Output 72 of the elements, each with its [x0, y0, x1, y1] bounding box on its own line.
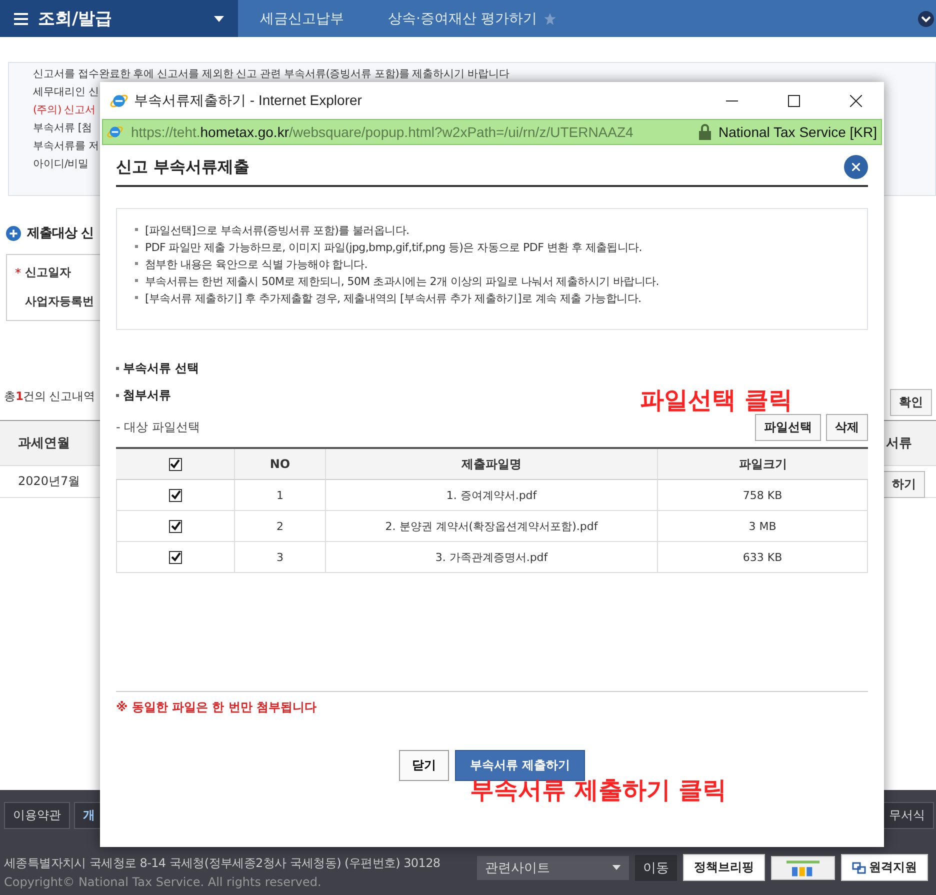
footer-link[interactable]: 이용약관 [4, 802, 70, 829]
delete-button[interactable]: 삭제 [826, 414, 868, 441]
windows-icon [852, 862, 866, 874]
table-cell: 758 KB [742, 488, 782, 502]
action-button[interactable]: 하기 [883, 471, 925, 498]
guide-text: PDF 파일만 제출 가능하므로, 이미지 파일(jpg,bmp,gif,tif,png 등)은 자동으로 PDF 변환 후 제출됩니다. [145, 240, 642, 256]
caret-icon [612, 865, 621, 870]
table-cell: 1 [276, 488, 284, 502]
column-header: 서류 [886, 435, 912, 452]
checkbox[interactable] [169, 520, 182, 532]
notice-text: 부속서류를 저 [33, 139, 99, 154]
guide-text: 부속서류는 한번 제출시 50M로 제한되니, 50M 초과시에는 2개 이상의 파일로 나눠서 제출하시기 바랍니다. [145, 274, 659, 290]
table-cell: 2020년7월 [18, 473, 80, 490]
close-button[interactable] [844, 155, 868, 179]
url-text: https://teht.hometax.go.kr/websquare/popup.html?w2xPath=/ui/rn/z/UTERNAAZ4 [131, 124, 634, 140]
lock-icon [698, 124, 711, 140]
column-header: 파일크기 [739, 456, 787, 472]
column-header: 과세연월 [18, 435, 70, 452]
confirm-button[interactable]: 확인 [890, 389, 932, 416]
section-label: 부속서류 선택 [123, 360, 200, 377]
guide-text: [파일선택]으로 부속서류(증빙서류 포함)를 불러옵니다. [145, 223, 410, 239]
close-icon [852, 163, 860, 171]
notice-text: 세무대리인 신 [33, 85, 99, 100]
section-title: 제출대상 신 [27, 225, 94, 242]
dialog-title: 신고 부속서류제출 [116, 156, 250, 178]
site-select[interactable]: 관련사이트 [477, 856, 629, 880]
guide-text: 첨부한 내용은 육안으로 식별 가능해야 합니다. [145, 257, 368, 273]
checkbox[interactable] [168, 458, 182, 470]
form-label: 사업자등록번 [25, 294, 94, 309]
close-button[interactable]: 닫기 [398, 750, 449, 781]
window-title: 부속서류제출하기 - Internet Explorer [134, 92, 362, 110]
total-count-text: 총1건의 신고내역 [4, 389, 96, 404]
table-cell: 3. 가족관계증명서.pdf [435, 550, 548, 564]
table-cell: 3 [276, 550, 284, 564]
browser-icon [107, 124, 123, 140]
warning-note: ※ 동일한 파일은 한 번만 첨부됩니다 [116, 700, 317, 714]
table-cell: 1. 증여계약서.pdf [446, 488, 537, 502]
breadcrumb-item[interactable]: 세금신고납부 [238, 10, 366, 28]
form-label: 신고일자 [25, 265, 71, 280]
checkbox[interactable] [169, 550, 182, 564]
copyright-text: Copyright© National Tax Service. All rights reserved. [4, 875, 322, 889]
menu-icon[interactable] [14, 12, 28, 24]
table-cell: 3 MB [748, 520, 776, 532]
notice-text: 부속서류 [첨 [33, 121, 92, 136]
target-label: - 대상 파일선택 [116, 419, 200, 436]
table-cell: 2 [276, 520, 284, 532]
notice-text: (주의) 신고서 [33, 103, 96, 118]
annotation-text: 파일선택 클릭 [640, 386, 792, 414]
logo-icon[interactable] [771, 856, 835, 880]
breadcrumb-item[interactable]: 상속·증여재산 평가하기 [366, 10, 559, 28]
required-mark: * [15, 266, 21, 280]
column-header: NO [270, 457, 290, 471]
site-identity: National Tax Service [KR] [718, 124, 877, 140]
notice-text: 신고서를 접수완료한 후에 신고서를 제외한 신고 관련 부속서류(증빙서류 포함)를 제출하시기 바랍니다 [33, 67, 510, 82]
guide-text: [부속서류 제출하기] 후 추가제출할 경우, 제출내역의 [부속서류 추가 제출하기]로 계속 제출 가능합니다. [145, 291, 642, 307]
caret-icon[interactable] [214, 16, 224, 22]
table-cell: 2. 분양권 계약서(확장옵션계약서포함).pdf [385, 518, 598, 534]
plus-circle-icon [6, 226, 21, 240]
file-select-button[interactable]: 파일선택 [755, 414, 821, 441]
checkbox[interactable] [169, 488, 182, 502]
chevron-icon[interactable] [918, 10, 934, 26]
section-label: 첨부서류 [123, 387, 171, 404]
column-header: 제출파일명 [462, 456, 522, 472]
go-button[interactable]: 이동 [635, 854, 677, 880]
submit-button[interactable]: 부속서류 제출하기 [454, 750, 586, 781]
address-bar[interactable]: https://teht.hometax.go.kr/websquare/popup.html?w2xPath=/ui/rn/z/UTERNAAZ4 National Tax Service [KR] [102, 119, 882, 145]
star-icon[interactable] [542, 12, 557, 26]
notice-text: 아이디/비밀 [33, 157, 89, 172]
remote-support-button[interactable]: 원격지원 [841, 854, 928, 881]
address-text: 세종특별자치시 국세청로 8-14 국세청(정부세종2청사 국세청동) (우편번호) 30128 [4, 855, 440, 872]
table-cell: 633 KB [742, 550, 782, 564]
briefing-button[interactable]: 정책브리핑 [683, 854, 765, 881]
